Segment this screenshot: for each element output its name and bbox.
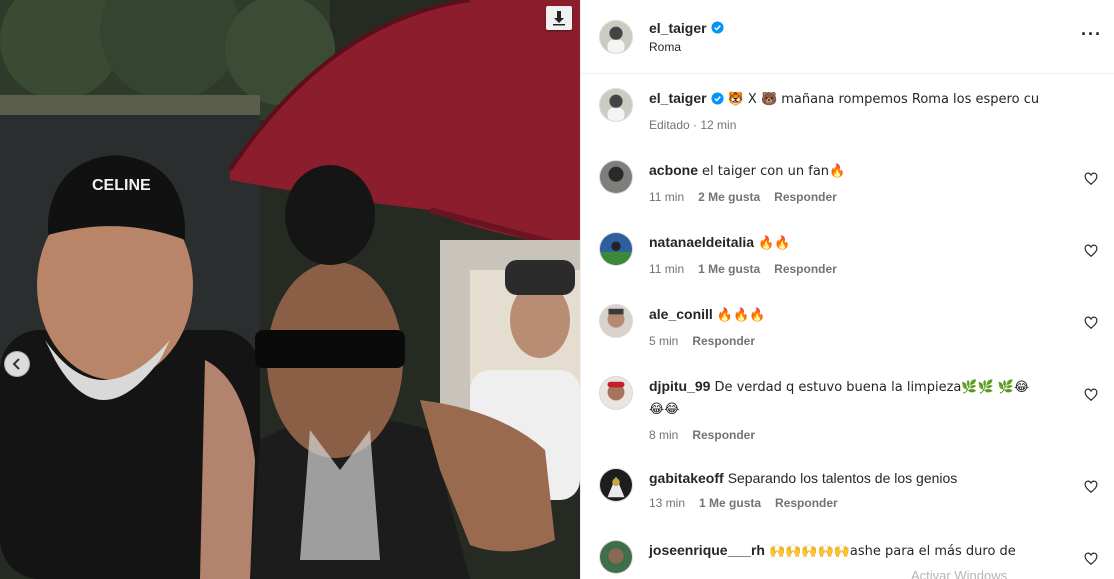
comment-username[interactable]: joseenrique___rh	[649, 542, 765, 558]
caption-text: 🐯 X 🐻 mañana rompemos Roma los espero cu	[727, 92, 1040, 107]
heart-outline-icon[interactable]	[1084, 244, 1098, 258]
post-image: CELINE	[0, 0, 580, 579]
svg-text:CELINE: CELINE	[92, 177, 151, 194]
post-caption: el_taiger 🐯 X 🐻 mañana rompemos Roma los …	[599, 88, 1098, 160]
comment-time: 5 min	[649, 334, 679, 348]
author-avatar[interactable]	[599, 19, 633, 54]
post-location[interactable]: Roma	[649, 40, 724, 54]
commenter-avatar[interactable]	[599, 540, 633, 574]
comment-text: 🔥🔥	[758, 236, 791, 251]
comment-text: el taiger con un fan🔥	[702, 164, 846, 179]
reply-button[interactable]: Responder	[774, 262, 837, 276]
comment-item: gabitakeoff Separando los talentos de los…	[599, 468, 1098, 540]
heart-outline-icon[interactable]	[1084, 388, 1098, 402]
comment-username[interactable]: ale_conill	[649, 306, 713, 322]
comment-time: 11 min	[649, 190, 685, 204]
comment-username[interactable]: djpitu_99	[649, 378, 710, 394]
comment-text: Separando los talentos de los genios	[727, 470, 958, 486]
heart-outline-icon[interactable]	[1084, 480, 1098, 494]
comment-list: el_taiger 🐯 X 🐻 mañana rompemos Roma los …	[581, 74, 1114, 579]
heart-outline-icon[interactable]	[1084, 172, 1098, 186]
author-username[interactable]: el_taiger	[649, 20, 707, 36]
comment-time: 11 min	[649, 262, 685, 276]
os-activation-watermark: Activar Windows	[911, 568, 1008, 579]
comment-item: acbone el taiger con un fan🔥 11 min 2 Me …	[599, 160, 1098, 232]
comment-username[interactable]: gabitakeoff	[649, 470, 724, 486]
verified-badge-icon	[711, 21, 724, 34]
comment-likes[interactable]: 1 Me gusta	[699, 496, 761, 510]
reply-button[interactable]: Responder	[775, 496, 838, 510]
heart-outline-icon[interactable]	[1084, 552, 1098, 566]
comment-username[interactable]: natanaeldeitalia	[649, 234, 754, 250]
comment-likes[interactable]: 1 Me gusta	[698, 262, 760, 276]
comment-text-continued: 😂😂	[649, 402, 680, 417]
comment-time: 13 min	[649, 496, 686, 510]
comment-likes[interactable]: 2 Me gusta	[698, 190, 760, 204]
author-avatar[interactable]	[599, 88, 633, 122]
post-header: el_taiger Roma ···	[581, 0, 1114, 74]
more-options-icon[interactable]: ···	[1081, 24, 1102, 45]
commenter-avatar[interactable]	[599, 304, 633, 338]
commenter-avatar[interactable]	[599, 468, 633, 502]
reply-button[interactable]: Responder	[692, 334, 755, 348]
reply-button[interactable]: Responder	[692, 428, 755, 442]
commenter-avatar[interactable]	[599, 232, 633, 266]
post-photo[interactable]: CELINE	[0, 0, 580, 579]
comment-item: natanaeldeitalia 🔥🔥 11 min 1 Me gusta Res…	[599, 232, 1098, 304]
reply-button[interactable]: Responder	[774, 190, 837, 204]
comment-text: 🙌🙌🙌🙌🙌ashe para el más duro de	[768, 544, 1016, 559]
comment-username[interactable]: acbone	[649, 162, 698, 178]
heart-outline-icon[interactable]	[1084, 316, 1098, 330]
comments-panel: el_taiger Roma ··· el_taiger 🐯 X 🐻 mañana…	[580, 0, 1114, 579]
comment-item: joseenrique___rh 🙌🙌🙌🙌🙌ashe para el más du…	[599, 540, 1098, 579]
comment-item: djpitu_99 De verdad q estuvo buena la lim…	[599, 376, 1098, 468]
commenter-avatar[interactable]	[599, 160, 633, 194]
caption-username[interactable]: el_taiger	[649, 90, 707, 106]
comment-text: De verdad q estuvo buena la limpieza🌿🌿 🌿…	[714, 380, 1030, 395]
comment-item: ale_conill 🔥🔥🔥 5 min Responder	[599, 304, 1098, 376]
comment-time: 8 min	[649, 428, 679, 442]
caption-meta: Editado · 12 min	[649, 118, 737, 132]
commenter-avatar[interactable]	[599, 376, 633, 410]
download-icon[interactable]	[546, 6, 572, 30]
chevron-left-icon[interactable]	[4, 351, 30, 377]
verified-badge-icon	[711, 92, 724, 105]
comment-text: 🔥🔥🔥	[716, 308, 766, 323]
